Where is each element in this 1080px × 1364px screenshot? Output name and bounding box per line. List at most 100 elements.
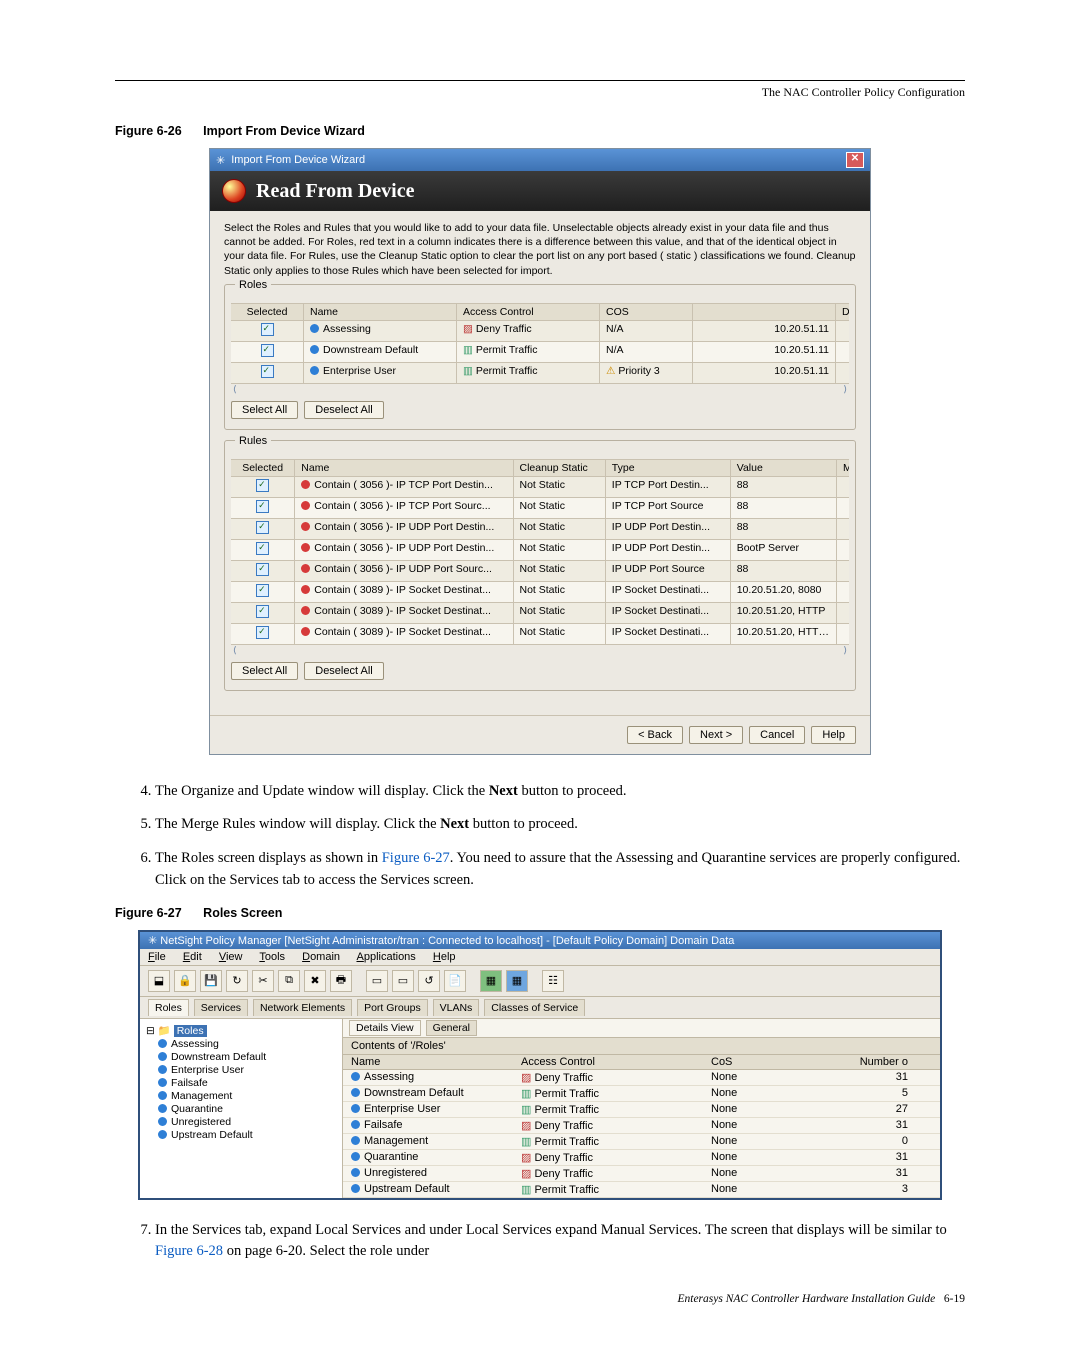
footer-doc-title: Enterasys NAC Controller Hardware Instal…	[677, 1293, 935, 1305]
toolbar-icon[interactable]: ↺	[418, 970, 440, 992]
menu-view[interactable]: View	[219, 951, 243, 963]
col-value: Value	[731, 460, 837, 476]
deny-traffic-icon: ▨	[521, 1152, 531, 1164]
rule-value: 10.20.51.20, 8080	[731, 582, 837, 602]
contents-label: Contents of '/Roles'	[343, 1037, 940, 1055]
tree-item[interactable]: Management	[158, 1090, 336, 1102]
subtab-details-view[interactable]: Details View	[349, 1020, 421, 1036]
step-6: The Roles screen displays as shown in Fi…	[155, 848, 965, 892]
figure-6-28-link[interactable]: Figure 6-28	[155, 1243, 223, 1259]
globe-icon	[222, 179, 246, 203]
checkbox[interactable]	[256, 500, 269, 513]
checkbox[interactable]	[256, 584, 269, 597]
table-row[interactable]: Assessing▨ Deny TrafficNone31	[343, 1070, 940, 1086]
col-cos: COS	[600, 304, 693, 320]
scroll-left-icon[interactable]: ⟨	[233, 645, 237, 656]
tab-classes-of-service[interactable]: Classes of Service	[484, 999, 585, 1016]
checkbox[interactable]	[261, 323, 274, 336]
col-selected: Selected	[231, 304, 304, 320]
table-row[interactable]: Upstream Default▥ Permit TrafficNone3	[343, 1182, 940, 1198]
tab-services[interactable]: Services	[194, 999, 248, 1016]
rule-name: Contain ( 3089 )- IP Socket Destinat...	[314, 626, 491, 638]
print-icon[interactable]: 🖶	[330, 970, 352, 992]
back-button[interactable]: < Back	[627, 726, 683, 744]
toolbar-icon[interactable]: ☷	[542, 970, 564, 992]
rule-value: 10.20.51.20, HTTPS	[731, 624, 837, 644]
cleanup-static: Not Static	[514, 540, 606, 560]
subtab-general[interactable]: General	[426, 1020, 477, 1036]
access-control: Permit Traffic	[476, 344, 538, 356]
toolbar-icon[interactable]: ✂	[252, 970, 274, 992]
deselect-all-button[interactable]: Deselect All	[304, 401, 383, 419]
tab-vlans[interactable]: VLANs	[433, 999, 480, 1016]
toolbar-icon[interactable]: 📄	[444, 970, 466, 992]
tab-port-groups[interactable]: Port Groups	[357, 999, 428, 1016]
checkbox[interactable]	[256, 626, 269, 639]
menu-domain[interactable]: Domain	[302, 951, 340, 963]
table-row[interactable]: Enterprise User▥ Permit TrafficNone27	[343, 1102, 940, 1118]
close-icon[interactable]: ✕	[846, 152, 864, 168]
toolbar-icon[interactable]: ▭	[366, 970, 388, 992]
menu-help[interactable]: Help	[433, 951, 456, 963]
rule-icon	[301, 585, 310, 594]
tree-item[interactable]: Downstream Default	[158, 1051, 336, 1063]
table-row[interactable]: Management▥ Permit TrafficNone0	[343, 1134, 940, 1150]
menu-tools[interactable]: Tools	[259, 951, 285, 963]
table-row[interactable]: Unregistered▨ Deny TrafficNone31	[343, 1166, 940, 1182]
table-row: Contain ( 3089 )- IP Socket Destinat...N…	[231, 624, 849, 645]
toolbar-icon[interactable]: ⧉	[278, 970, 300, 992]
toolbar-icon[interactable]: 🔒	[174, 970, 196, 992]
tree-item[interactable]: Unregistered	[158, 1116, 336, 1128]
select-all-button[interactable]: Select All	[231, 401, 298, 419]
checkbox[interactable]	[256, 479, 269, 492]
checkbox[interactable]	[256, 521, 269, 534]
next-button[interactable]: Next >	[689, 726, 743, 744]
checkbox[interactable]	[261, 365, 274, 378]
table-row[interactable]: Quarantine▨ Deny TrafficNone31	[343, 1150, 940, 1166]
toolbar-icon[interactable]: ▦	[506, 970, 528, 992]
table-row[interactable]: Downstream Default▥ Permit TrafficNone5	[343, 1086, 940, 1102]
deselect-all-button[interactable]: Deselect All	[304, 662, 383, 680]
window-title: Import From Device Wizard	[231, 154, 365, 166]
scroll-left-icon[interactable]: ⟨	[233, 384, 237, 395]
checkbox[interactable]	[256, 542, 269, 555]
toolbar-icon[interactable]: ✖	[304, 970, 326, 992]
scroll-right-icon[interactable]: ⟩	[843, 384, 847, 395]
help-button[interactable]: Help	[811, 726, 856, 744]
tree-item[interactable]: Failsafe	[158, 1077, 336, 1089]
select-all-button[interactable]: Select All	[231, 662, 298, 680]
col-name: Name	[351, 1056, 521, 1068]
toolbar-icon[interactable]: ▭	[392, 970, 414, 992]
checkbox[interactable]	[261, 344, 274, 357]
rule-type: IP TCP Port Destin...	[606, 477, 731, 497]
tree-item[interactable]: Upstream Default	[158, 1129, 336, 1141]
permit-traffic-icon: ▥	[521, 1088, 531, 1100]
menu-edit[interactable]: Edit	[183, 951, 202, 963]
figure-6-27-link[interactable]: Figure 6-27	[382, 850, 450, 866]
roles-columns: Selected Name Access Control COS Device(…	[231, 303, 849, 321]
save-icon[interactable]: 💾	[200, 970, 222, 992]
tab-roles[interactable]: Roles	[148, 999, 189, 1016]
permit-traffic-icon: ▥	[463, 365, 473, 377]
table-row[interactable]: Failsafe▨ Deny TrafficNone31	[343, 1118, 940, 1134]
toolbar-icon[interactable]: ⬓	[148, 970, 170, 992]
tree-item[interactable]: Enterprise User	[158, 1064, 336, 1076]
tree-item[interactable]: Quarantine	[158, 1103, 336, 1115]
toolbar-icon[interactable]: ▦	[480, 970, 502, 992]
figure-6-27-caption: Figure 6-27 Roles Screen	[115, 906, 965, 920]
table-row: Contain ( 3056 )- IP UDP Port Destin...N…	[231, 540, 849, 561]
policy-manager-window: ✳ NetSight Policy Manager [NetSight Admi…	[138, 930, 942, 1200]
checkbox[interactable]	[256, 605, 269, 618]
checkbox[interactable]	[256, 563, 269, 576]
role-icon	[351, 1088, 360, 1097]
rule-type: IP Socket Destinati...	[606, 624, 731, 644]
role-icon	[310, 324, 319, 333]
tree-root[interactable]: ⊟ 📁 Roles	[146, 1024, 336, 1037]
tab-network-elements[interactable]: Network Elements	[253, 999, 352, 1016]
scroll-right-icon[interactable]: ⟩	[843, 645, 847, 656]
toolbar-icon[interactable]: ↻	[226, 970, 248, 992]
menu-file[interactable]: File	[148, 951, 166, 963]
cancel-button[interactable]: Cancel	[749, 726, 805, 744]
menu-applications[interactable]: Applications	[356, 951, 415, 963]
tree-item[interactable]: Assessing	[158, 1038, 336, 1050]
